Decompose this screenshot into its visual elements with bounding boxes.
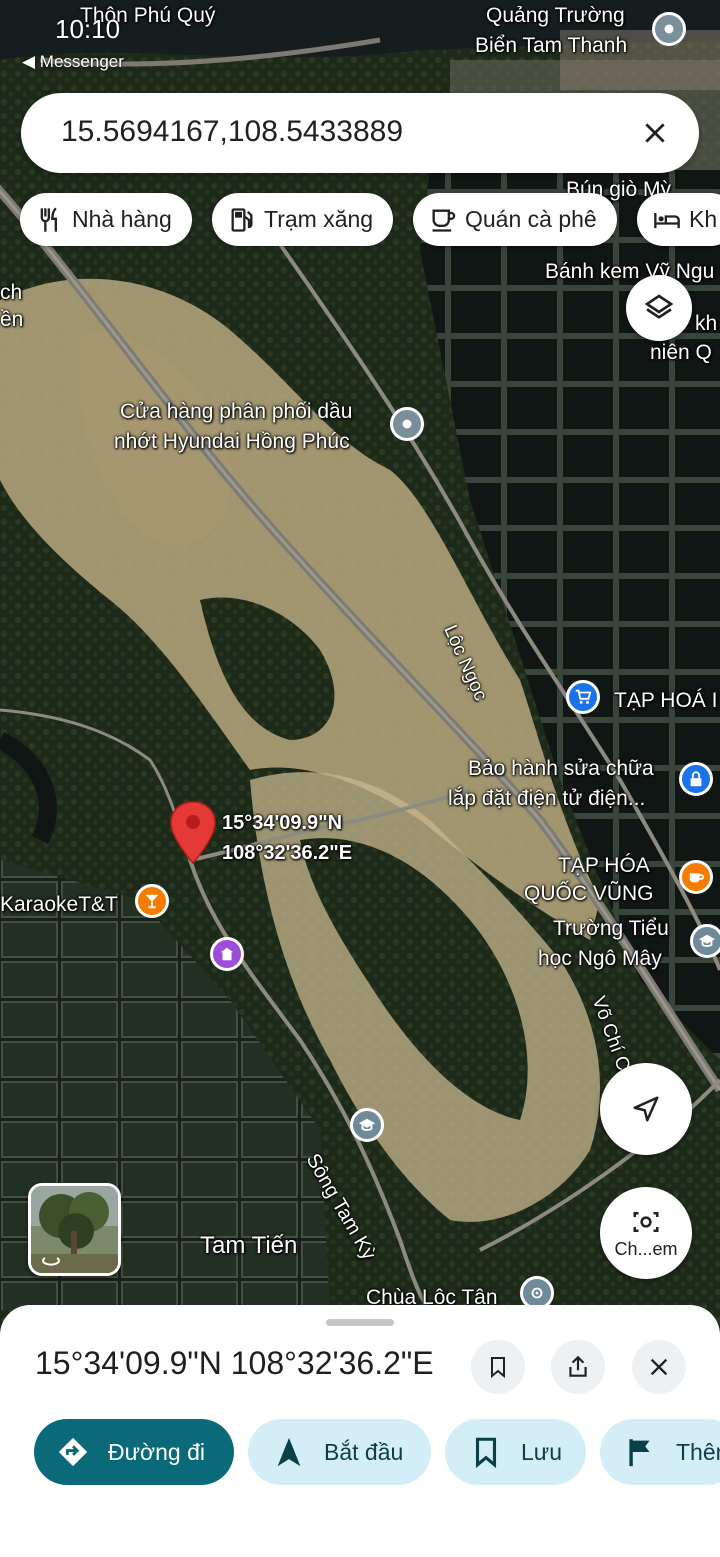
- school-icon: [358, 1118, 376, 1131]
- my-location-button[interactable]: [600, 1063, 692, 1155]
- temple-icon: [220, 947, 234, 961]
- chip-label: Nhà hàng: [72, 206, 172, 232]
- pin-lat-label: 15°34'09.9"N: [222, 812, 343, 834]
- place-sheet[interactable]: 15°34'09.9"N 108°32'36.2"E Đường đi Bắt …: [0, 1305, 720, 1557]
- clear-search-button[interactable]: [633, 111, 677, 155]
- bar-icon: [145, 894, 159, 909]
- hotel-icon: [654, 212, 680, 228]
- map-label[interactable]: QUỐC VŨNG: [524, 878, 654, 909]
- bookmark-icon: [491, 1357, 505, 1379]
- directions-icon: [58, 1437, 88, 1467]
- map-label[interactable]: Cửa hàng phân phối dầu: [120, 396, 352, 427]
- bookmark-icon: [475, 1437, 497, 1469]
- layers-button[interactable]: [626, 275, 692, 341]
- tree-photo: [31, 1186, 118, 1273]
- chip-coffee[interactable]: Quán cà phê: [413, 193, 617, 246]
- layers-icon: [644, 294, 674, 319]
- map-label[interactable]: Trường Tiểu: [553, 913, 669, 944]
- camera-icon: [633, 1211, 659, 1232]
- status-time: 10:10: [55, 14, 121, 44]
- map-label[interactable]: ền: [0, 304, 23, 335]
- close-sheet-button[interactable]: [632, 1340, 686, 1394]
- close-icon: [645, 123, 665, 143]
- share-icon: [569, 1355, 587, 1377]
- chip-gas-stations[interactable]: Trạm xăng: [212, 193, 394, 246]
- street-view-thumbnail[interactable]: [28, 1183, 121, 1276]
- search-bar[interactable]: 15.5694167,108.5433889: [21, 93, 699, 173]
- save-button[interactable]: Lưu: [445, 1419, 586, 1485]
- map-label[interactable]: TẠP HOÁ I: [614, 685, 717, 716]
- navigation-icon: [277, 1437, 301, 1467]
- poi-pin[interactable]: [210, 937, 244, 971]
- shopping-cart-icon: [575, 689, 592, 704]
- poi-pin[interactable]: [690, 924, 720, 958]
- poi-pin[interactable]: [390, 407, 424, 441]
- camera-button-label: Ch...em: [614, 1238, 678, 1259]
- save-icon-button[interactable]: [471, 1340, 525, 1394]
- directions-button[interactable]: Đường đi: [34, 1419, 234, 1485]
- map-label[interactable]: Bảo hành sửa chữa: [468, 753, 654, 784]
- area-label: Tam Tiến: [200, 1232, 298, 1259]
- chip-restaurants[interactable]: Nhà hàng: [20, 193, 192, 246]
- coffee-icon: [689, 873, 705, 883]
- poi-pin[interactable]: [135, 884, 169, 918]
- flag-icon: [629, 1439, 650, 1467]
- poi-pin[interactable]: [679, 860, 713, 894]
- school-icon: [698, 934, 716, 947]
- dropped-pin-icon[interactable]: [168, 800, 218, 866]
- map-label[interactable]: TẠP HÓA: [558, 850, 650, 881]
- chip-label: Quán cà phê: [465, 206, 597, 232]
- more-label: Thêm: [676, 1438, 720, 1465]
- poi-pin[interactable]: [679, 762, 713, 796]
- map-label[interactable]: lắp đặt điện tử điện...: [448, 783, 645, 814]
- close-icon: [650, 1358, 668, 1376]
- coffee-icon: [432, 209, 456, 232]
- status-bar: 10:10 ◀ Messenger: [0, 0, 720, 80]
- map-label[interactable]: KaraokeT&T: [0, 889, 118, 920]
- map-screen: Thôn Phú Quý Quảng Trường Biển Tam Thanh…: [0, 0, 720, 1557]
- place-title: 15°34'09.9"N 108°32'36.2"E: [35, 1345, 434, 1381]
- navigation-arrow-icon: [633, 1096, 659, 1122]
- map-label[interactable]: học Ngô Mây: [538, 943, 662, 974]
- back-to-app-link[interactable]: ◀ Messenger: [22, 52, 124, 72]
- poi-pin[interactable]: [350, 1108, 384, 1142]
- map-label[interactable]: kh: [695, 308, 717, 339]
- share-button[interactable]: [551, 1340, 605, 1394]
- map-label[interactable]: Bánh kem Vỹ Ngu: [545, 256, 714, 287]
- chip-hotels[interactable]: Kh: [637, 193, 720, 246]
- pagoda-icon: [531, 1287, 543, 1299]
- map-label[interactable]: niên Q: [650, 337, 712, 368]
- pin-lng-label: 108°32'36.2"E: [222, 842, 353, 864]
- chip-label: Kh: [689, 206, 718, 232]
- start-button[interactable]: Bắt đầu: [248, 1419, 431, 1485]
- more-button[interactable]: Thêm: [600, 1419, 720, 1485]
- gas-station-icon: [231, 207, 253, 232]
- chip-label: Trạm xăng: [264, 206, 374, 232]
- drag-handle[interactable]: [326, 1319, 394, 1326]
- camera-button[interactable]: Ch...em: [600, 1187, 692, 1279]
- poi-pin[interactable]: [566, 680, 600, 714]
- directions-label: Đường đi: [108, 1438, 205, 1465]
- save-label: Lưu: [521, 1438, 562, 1465]
- map-label[interactable]: nhớt Hyundai Hồng Phúc: [114, 426, 350, 457]
- start-label: Bắt đầu: [324, 1438, 404, 1465]
- restaurant-icon: [40, 207, 57, 232]
- location-dot-icon: [402, 419, 412, 429]
- lock-icon: [690, 771, 702, 787]
- search-input[interactable]: 15.5694167,108.5433889: [61, 115, 403, 149]
